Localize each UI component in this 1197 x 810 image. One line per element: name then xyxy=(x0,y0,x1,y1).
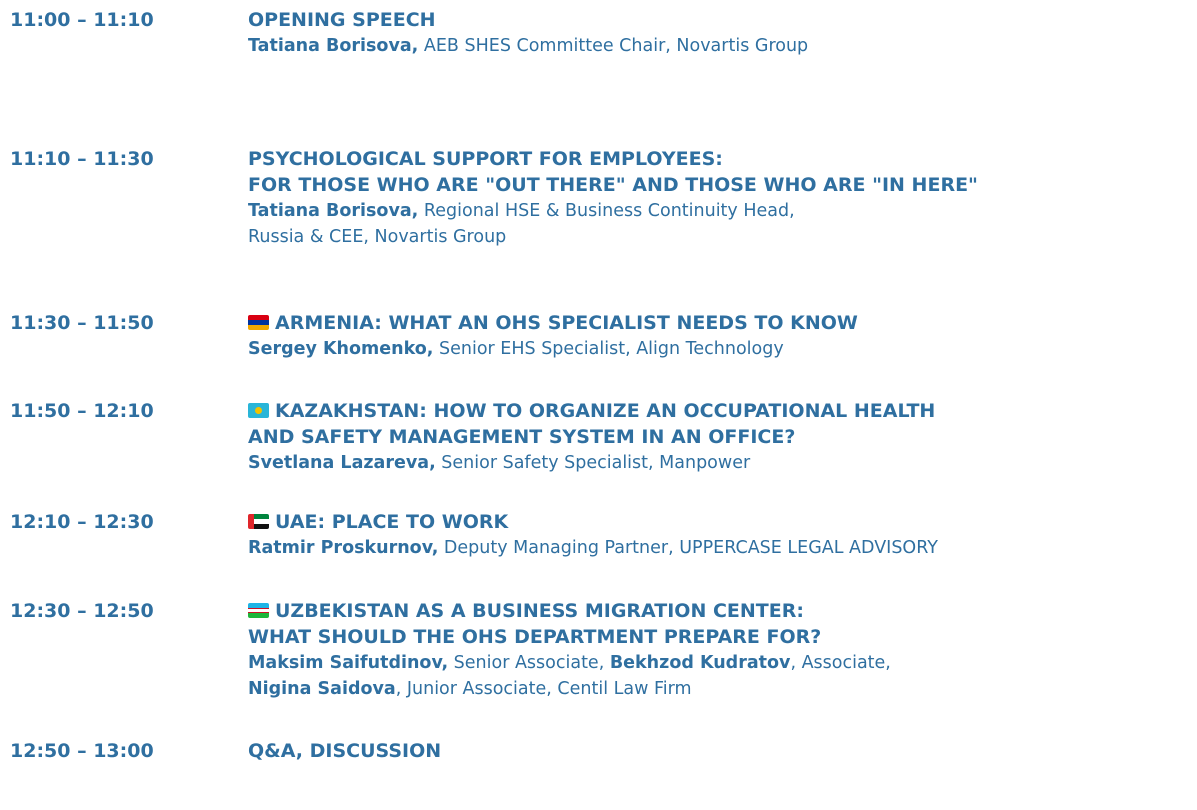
session-title-text: WHAT SHOULD THE OHS DEPARTMENT PREPARE F… xyxy=(248,626,822,648)
session-time: 12:30 – 12:50 xyxy=(10,600,154,622)
session-content: UZBEKISTAN AS A BUSINESS MIGRATION CENTE… xyxy=(248,598,1193,702)
speaker-name: Bekhzod Kudratov xyxy=(609,653,791,673)
session-title: AND SAFETY MANAGEMENT SYSTEM IN AN OFFIC… xyxy=(248,424,1193,450)
session-content: UAE: PLACE TO WORK Ratmir Proskurnov, Dep… xyxy=(248,509,1193,561)
speaker-name: Sergey Khomenko, xyxy=(248,339,434,359)
session-content: ARMENIA: WHAT AN OHS SPECIALIST NEEDS TO… xyxy=(248,310,1193,362)
session-title: FOR THOSE WHO ARE "OUT THERE" AND THOSE … xyxy=(248,172,1193,198)
session-content: KAZAKHSTAN: HOW TO ORGANIZE AN OCCUPATIO… xyxy=(248,398,1193,476)
speaker-line: Russia & CEE, Novartis Group xyxy=(248,224,1193,250)
speaker-line: Ratmir Proskurnov, Deputy Managing Partn… xyxy=(248,535,1193,561)
speaker-name: Svetlana Lazareva, xyxy=(248,453,436,473)
speaker-name: Tatiana Borisova, xyxy=(248,36,419,56)
speaker-line: Maksim Saifutdinov, Senior Associate, Be… xyxy=(248,650,1193,676)
speaker-line: Sergey Khomenko, Senior EHS Specialist, … xyxy=(248,336,1193,362)
session-title-text: ARMENIA: WHAT AN OHS SPECIALIST NEEDS TO… xyxy=(275,312,858,334)
speaker-role: Senior Safety Specialist, Manpower xyxy=(435,453,751,473)
speaker-role: Senior EHS Specialist, Align Technology xyxy=(433,339,784,359)
session-title-text: KAZAKHSTAN: HOW TO ORGANIZE AN OCCUPATIO… xyxy=(275,400,936,422)
session-time: 11:00 – 11:10 xyxy=(10,9,154,31)
session-content: Q&A, DISCUSSION xyxy=(248,738,1193,764)
session-title-text: FOR THOSE WHO ARE "OUT THERE" AND THOSE … xyxy=(248,174,978,196)
session-title: WHAT SHOULD THE OHS DEPARTMENT PREPARE F… xyxy=(248,624,1193,650)
session-title-text: PSYCHOLOGICAL SUPPORT FOR EMPLOYEES: xyxy=(248,148,723,170)
session-time: 11:30 – 11:50 xyxy=(10,312,154,334)
session-title: Q&A, DISCUSSION xyxy=(248,738,1193,764)
speaker-line: Svetlana Lazareva, Senior Safety Special… xyxy=(248,450,1193,476)
speaker-name: Tatiana Borisova, xyxy=(248,201,419,221)
kazakhstan-flag-icon xyxy=(248,403,269,418)
session-title: KAZAKHSTAN: HOW TO ORGANIZE AN OCCUPATIO… xyxy=(248,398,1193,424)
session-title: OPENING SPEECH xyxy=(248,7,1193,33)
armenia-flag-icon xyxy=(248,315,269,330)
speaker-line: Tatiana Borisova, AEB SHES Committee Cha… xyxy=(248,33,1193,59)
session-content: OPENING SPEECH Tatiana Borisova, AEB SHES… xyxy=(248,7,1193,59)
speaker-role: Regional HSE & Business Continuity Head, xyxy=(418,201,795,221)
speaker-name: Nigina Saidova xyxy=(248,679,396,699)
speaker-role: , Junior Associate, Centil Law Firm xyxy=(395,679,692,699)
session-title-text: AND SAFETY MANAGEMENT SYSTEM IN AN OFFIC… xyxy=(248,426,796,448)
session-title-text: UAE: PLACE TO WORK xyxy=(275,511,509,533)
session-title-text: OPENING SPEECH xyxy=(248,9,436,31)
speaker-name: Maksim Saifutdinov, xyxy=(248,653,449,673)
speaker-role: AEB SHES Committee Chair, Novartis Group xyxy=(418,36,809,56)
session-title-text: Q&A, DISCUSSION xyxy=(248,740,442,762)
session-time: 12:10 – 12:30 xyxy=(10,511,154,533)
session-title-text: UZBEKISTAN AS A BUSINESS MIGRATION CENTE… xyxy=(275,600,804,622)
speaker-role: Russia & CEE, Novartis Group xyxy=(248,227,507,247)
speaker-role: Senior Associate, xyxy=(448,653,610,673)
speaker-line: Tatiana Borisova, Regional HSE & Busines… xyxy=(248,198,1193,224)
session-title: UZBEKISTAN AS A BUSINESS MIGRATION CENTE… xyxy=(248,598,1193,624)
speaker-role: Deputy Managing Partner, UPPERCASE LEGAL… xyxy=(438,538,938,558)
uae-flag-icon xyxy=(248,514,269,529)
speaker-role: , Associate, xyxy=(790,653,891,673)
session-title: ARMENIA: WHAT AN OHS SPECIALIST NEEDS TO… xyxy=(248,310,1193,336)
session-time: 11:10 – 11:30 xyxy=(10,148,154,170)
session-time: 12:50 – 13:00 xyxy=(10,740,154,762)
session-title: UAE: PLACE TO WORK xyxy=(248,509,1193,535)
speaker-line: Nigina Saidova, Junior Associate, Centil… xyxy=(248,676,1193,702)
speaker-name: Ratmir Proskurnov, xyxy=(248,538,439,558)
uzbekistan-flag-icon xyxy=(248,603,269,618)
session-content: PSYCHOLOGICAL SUPPORT FOR EMPLOYEES: FOR … xyxy=(248,146,1193,250)
session-time: 11:50 – 12:10 xyxy=(10,400,154,422)
session-title: PSYCHOLOGICAL SUPPORT FOR EMPLOYEES: xyxy=(248,146,1193,172)
